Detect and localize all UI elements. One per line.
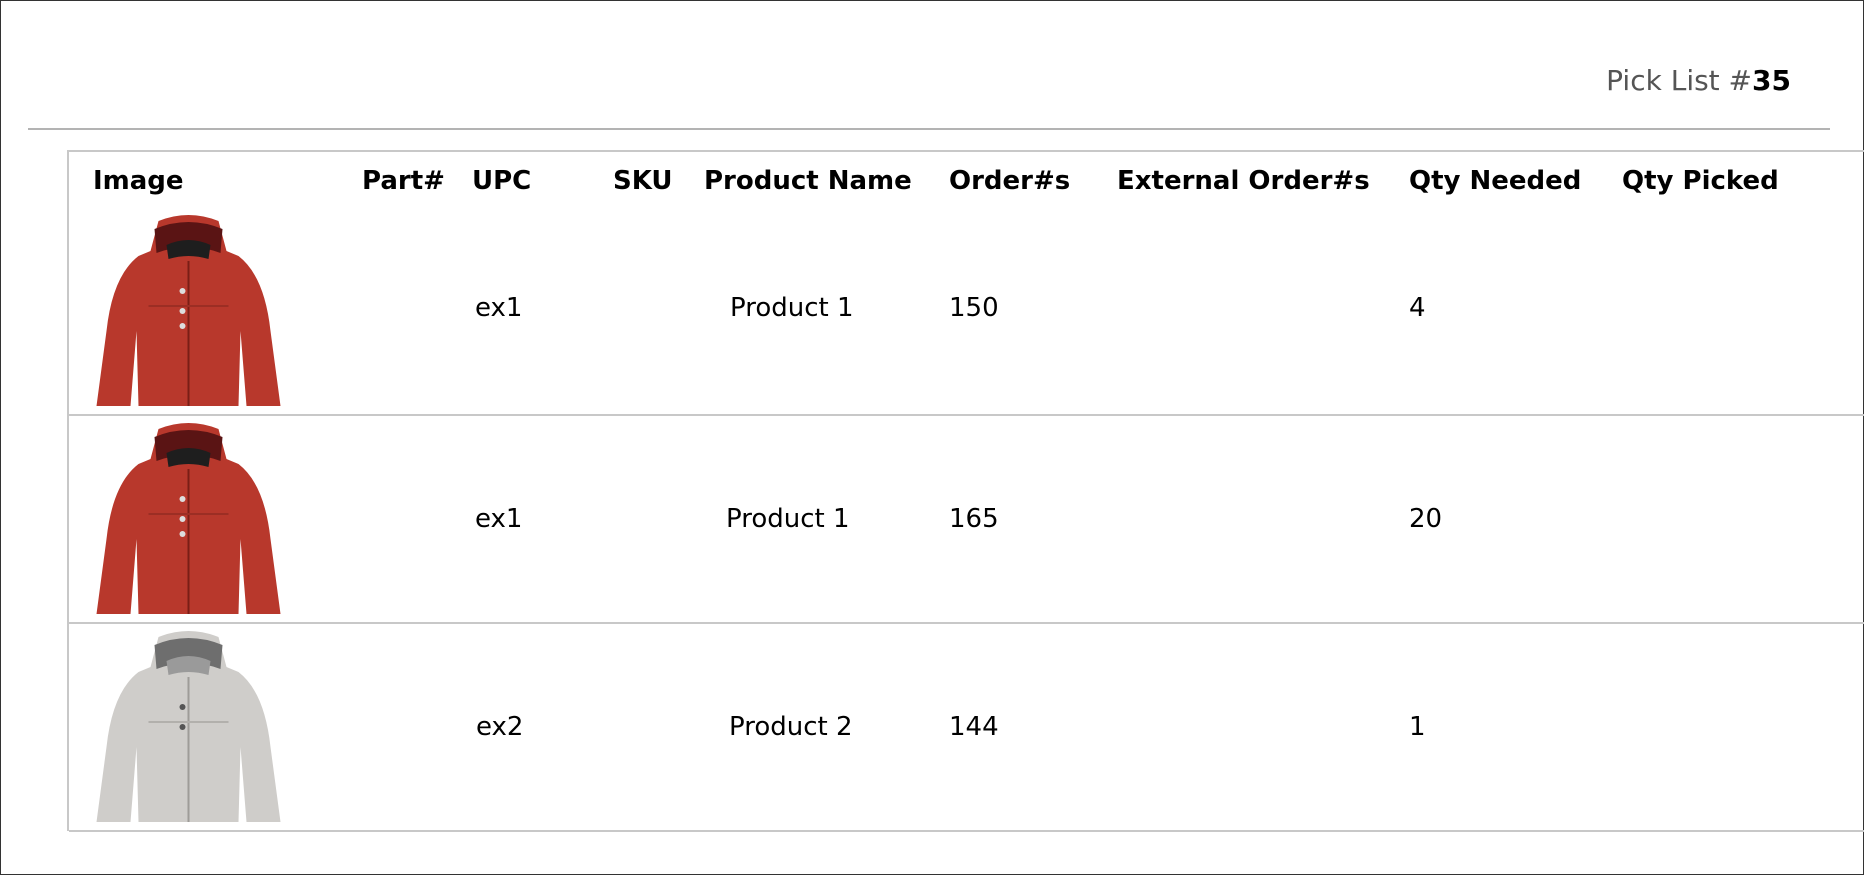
pick-list-title: Pick List #35 bbox=[1606, 64, 1791, 97]
column-header-upc[interactable]: UPC bbox=[459, 152, 589, 202]
cell-qty-picked[interactable] bbox=[1622, 623, 1864, 832]
column-header-orders[interactable]: Order#s bbox=[949, 152, 1117, 202]
header-divider bbox=[28, 128, 1830, 130]
cell-sku bbox=[589, 415, 704, 624]
pick-list-prefix: Pick List # bbox=[1606, 64, 1753, 97]
cell-upc: ex1 bbox=[459, 415, 589, 624]
cell-external-orders bbox=[1117, 415, 1409, 624]
table-row[interactable]: ex1 Product 1 150 4 bbox=[69, 202, 1864, 416]
red-jacket-image bbox=[96, 215, 281, 406]
cell-qty-needed: 20 bbox=[1409, 415, 1622, 624]
red-jacket-image bbox=[96, 423, 281, 614]
pick-list-table-container: Image Part# UPC SKU Product Name Order#s… bbox=[67, 150, 1864, 832]
cell-qty-picked[interactable] bbox=[1622, 415, 1864, 624]
cell-sku bbox=[589, 202, 704, 416]
column-header-external-orders[interactable]: External Order#s bbox=[1117, 152, 1409, 202]
column-header-product-name[interactable]: Product Name bbox=[704, 152, 949, 202]
gray-jacket-image bbox=[96, 631, 281, 822]
cell-upc: ex2 bbox=[459, 623, 589, 832]
column-header-image[interactable]: Image bbox=[69, 152, 329, 202]
pick-list-table: Image Part# UPC SKU Product Name Order#s… bbox=[69, 152, 1864, 832]
cell-part bbox=[329, 415, 459, 624]
pick-list-number: 35 bbox=[1752, 64, 1791, 97]
cell-orders: 144 bbox=[949, 623, 1117, 832]
cell-part bbox=[329, 202, 459, 416]
column-header-part[interactable]: Part# bbox=[329, 152, 459, 202]
cell-image bbox=[69, 623, 329, 832]
cell-qty-picked[interactable] bbox=[1622, 202, 1864, 416]
cell-part bbox=[329, 623, 459, 832]
cell-qty-needed: 4 bbox=[1409, 202, 1622, 416]
cell-external-orders bbox=[1117, 202, 1409, 416]
cell-product-name: Product 2 bbox=[704, 623, 949, 832]
cell-orders: 150 bbox=[949, 202, 1117, 416]
table-row[interactable]: ex1 Product 1 165 20 bbox=[69, 415, 1864, 624]
table-row[interactable]: ex2 Product 2 144 1 bbox=[69, 623, 1864, 832]
cell-qty-needed: 1 bbox=[1409, 623, 1622, 832]
cell-upc: ex1 bbox=[459, 202, 589, 416]
cell-product-name: Product 1 bbox=[704, 202, 949, 416]
cell-orders: 165 bbox=[949, 415, 1117, 624]
column-header-qty-needed[interactable]: Qty Needed bbox=[1409, 152, 1622, 202]
cell-product-name: Product 1 bbox=[704, 415, 949, 624]
cell-image bbox=[69, 415, 329, 624]
column-header-sku[interactable]: SKU bbox=[589, 152, 704, 202]
column-header-qty-picked[interactable]: Qty Picked bbox=[1622, 152, 1864, 202]
table-header-row: Image Part# UPC SKU Product Name Order#s… bbox=[69, 152, 1864, 202]
cell-external-orders bbox=[1117, 623, 1409, 832]
cell-image bbox=[69, 202, 329, 416]
cell-sku bbox=[589, 623, 704, 832]
